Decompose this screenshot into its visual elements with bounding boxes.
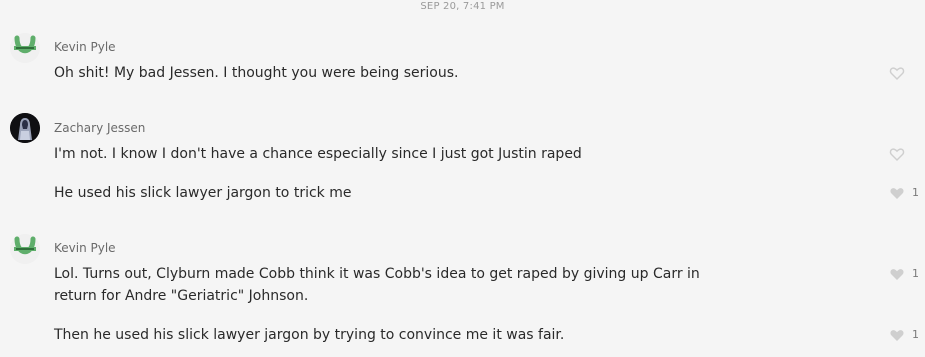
like-count: 1 <box>912 328 919 341</box>
timestamp-divider: SEP 20, 7:41 PM <box>420 1 505 12</box>
avatar[interactable] <box>10 33 40 63</box>
message-text: He used his slick lawyer jargon to trick… <box>54 185 352 201</box>
avatar[interactable] <box>10 234 40 264</box>
horseshoe-icon <box>14 236 36 255</box>
message-text: Oh shit! My bad Jessen. I thought you we… <box>54 65 459 81</box>
heart-filled-icon[interactable] <box>889 327 905 343</box>
horseshoe-icon <box>14 35 36 54</box>
avatar[interactable] <box>10 113 40 143</box>
message-text: I'm not. I know I don't have a chance es… <box>54 146 582 162</box>
sender-name[interactable]: Kevin Pyle <box>54 40 116 54</box>
heart-outline-icon[interactable] <box>889 65 905 81</box>
chat-thread: SEP 20, 7:41 PM Kevin Pyle Oh shit! My b… <box>0 0 925 357</box>
like-count: 1 <box>912 186 919 199</box>
message-text: Lol. Turns out, Clyburn made Cobb think … <box>54 266 700 304</box>
message-text: Then he used his slick lawyer jargon by … <box>54 327 565 343</box>
like-count: 1 <box>912 267 919 280</box>
sender-name[interactable]: Zachary Jessen <box>54 121 145 135</box>
heart-filled-icon[interactable] <box>889 266 905 282</box>
hooded-figure-icon <box>10 113 40 143</box>
heart-outline-icon[interactable] <box>889 146 905 162</box>
heart-filled-icon[interactable] <box>889 185 905 201</box>
sender-name[interactable]: Kevin Pyle <box>54 241 116 255</box>
